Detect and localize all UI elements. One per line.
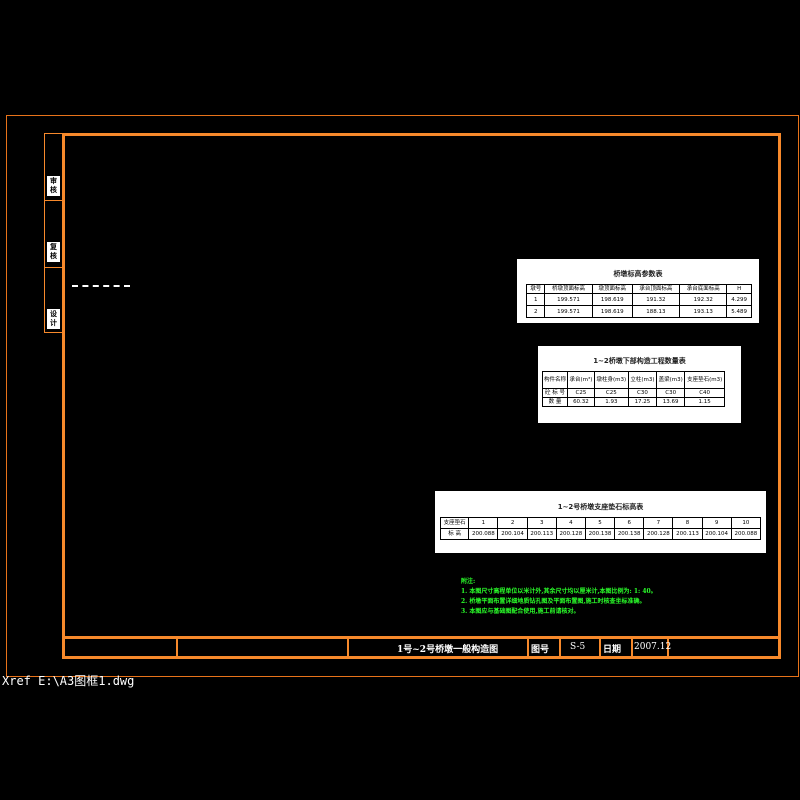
- title-block-cell: 日期: [599, 639, 633, 659]
- table-cell: 198.619: [591, 305, 633, 318]
- table-cell: 承台(m³): [567, 371, 595, 389]
- table-row: 2 199.571 198.619 188.13 193.13 5.489: [525, 305, 752, 318]
- drawing-title: 1号~2号桥墩一般构造图: [397, 645, 499, 655]
- table-cell: 2: [525, 305, 546, 318]
- table-row: 1 199.571 198.619 191.32 192.32 4.299: [525, 293, 752, 306]
- title-block-cell: [62, 639, 178, 659]
- table-cell: C40: [684, 388, 725, 398]
- table-cell: C30: [627, 388, 658, 398]
- table-cell: 4: [555, 517, 586, 529]
- table-cell: 3: [526, 517, 557, 529]
- table-cell: 5.489: [726, 305, 752, 318]
- table-cell: 墩号: [525, 284, 546, 294]
- signature-strip: 审核 复核 设计: [44, 133, 63, 333]
- table-cell: 192.32: [679, 293, 728, 306]
- table-cell: 191.32: [631, 293, 681, 306]
- table-cell: 200.138: [584, 528, 616, 540]
- notes-heading: 附注:: [461, 578, 476, 585]
- table3-title: 1~2号桥墩支座垫石标高表: [557, 503, 644, 511]
- dashed-marker-line: [72, 285, 130, 289]
- bearing-elevation-table: 支座垫石 1 2 3 4 5 6 7 8 9 10 标 高 200.088 20…: [439, 517, 762, 540]
- table-row: 数 量 60.32 1.93 17.25 13.69 1.15: [542, 397, 725, 407]
- table-cell: 200.104: [497, 528, 528, 540]
- table-row: 标 高 200.088 200.104 200.113 200.128 200.…: [439, 528, 762, 540]
- table-cell: 200.128: [555, 528, 586, 540]
- table-header-row: 支座垫石 1 2 3 4 5 6 7 8 9 10: [439, 517, 762, 529]
- table-cell: 1: [525, 293, 546, 306]
- table-cell: 桥墩顶面标高: [544, 284, 593, 294]
- note-item: 2. 桥墩平面布置详细地质钻孔图及平面布置图,施工时核查坐标准确。: [461, 598, 646, 605]
- table-cell: 200.104: [701, 528, 732, 540]
- side-label-recheck: 复核: [47, 242, 60, 262]
- title-block-cell-title: 1号~2号桥墩一般构造图: [347, 639, 529, 659]
- drawing-number: S-5: [570, 642, 586, 652]
- table-cell: 1.93: [593, 397, 629, 407]
- table-cell: 7: [643, 517, 674, 529]
- table-cell: 17.25: [627, 397, 658, 407]
- table-cell: 200.113: [672, 528, 703, 540]
- bearing-elevation-panel: 1~2号桥墩支座垫石标高表 支座垫石 1 2 3 4 5 6 7 8 9 10 …: [435, 491, 766, 553]
- table-cell: 支座垫石: [439, 517, 470, 529]
- table-cell: 200.088: [468, 528, 499, 540]
- table-cell: C25: [567, 388, 595, 398]
- drawing-date: 2007.12: [634, 642, 672, 652]
- table-cell: 2: [497, 517, 528, 529]
- table-cell: 9: [701, 517, 732, 529]
- table-cell: 10: [730, 517, 762, 529]
- xref-path: Xref E:\A3图框1.dwg: [2, 674, 135, 688]
- side-label-design: 设计: [47, 309, 60, 329]
- table-cell: 构件名称: [542, 371, 568, 389]
- table-cell: 198.619: [591, 293, 633, 306]
- table-header-row: 构件名称 承台(m³) 墩柱身(m3) 立柱(m3) 盖梁(m3) 支座垫石(m…: [542, 371, 725, 389]
- note-item: 1. 本图尺寸高程单位以米计外,其余尺寸均以厘米计,本图比例为: 1: 40。: [461, 588, 657, 595]
- table-row: 砼 标 号 C25 C25 C30 C30 C40: [542, 388, 725, 398]
- table-cell: 200.138: [614, 528, 645, 540]
- table-cell: 4.299: [726, 293, 752, 306]
- table-cell: 6: [614, 517, 645, 529]
- table-cell: 8: [672, 517, 703, 529]
- table1-title: 桥墩标高参数表: [613, 270, 663, 278]
- table-cell: 1: [468, 517, 499, 529]
- table-cell: 承台顶面标高: [631, 284, 681, 294]
- table-cell: 墩顶面标高: [591, 284, 633, 294]
- table-cell: 1.15: [684, 397, 725, 407]
- table-cell: 数 量: [542, 397, 568, 407]
- table-cell: 承台底面标高: [679, 284, 728, 294]
- table-cell: 盖梁(m3): [656, 371, 686, 389]
- table-cell: 13.69: [656, 397, 686, 407]
- side-label-review: 审核: [47, 176, 60, 196]
- title-block-cell: S-5: [559, 639, 601, 659]
- table-cell: 200.128: [643, 528, 674, 540]
- table-cell: 立柱(m3): [627, 371, 658, 389]
- table-cell: 200.088: [730, 528, 762, 540]
- table-cell: 199.571: [544, 305, 593, 318]
- table-cell: 188.13: [631, 305, 681, 318]
- table-cell: C25: [593, 388, 629, 398]
- elevation-parameter-panel: 桥墩标高参数表 墩号 桥墩顶面标高 墩顶面标高 承台顶面标高 承台底面标高 H …: [517, 259, 759, 323]
- title-block-cell: 2007.12: [631, 639, 672, 659]
- drawing-notes: 附注: 1. 本图尺寸高程单位以米计外,其余尺寸均以厘米计,本图比例为: 1: …: [461, 577, 657, 617]
- title-block: 1号~2号桥墩一般构造图 图号 S-5 日期 2007.12: [62, 636, 781, 659]
- quantity-panel: 1~2桥墩下部构造工程数量表 构件名称 承台(m³) 墩柱身(m3) 立柱(m3…: [538, 346, 741, 423]
- table-cell: 199.571: [544, 293, 593, 306]
- table-cell: 墩柱身(m3): [593, 371, 629, 389]
- table-cell: 支座垫石(m3): [684, 371, 725, 389]
- table-header-row: 墩号 桥墩顶面标高 墩顶面标高 承台顶面标高 承台底面标高 H: [525, 284, 752, 294]
- table-cell: 标 高: [439, 528, 470, 540]
- table-cell: 200.113: [526, 528, 557, 540]
- table2-title: 1~2桥墩下部构造工程数量表: [593, 357, 686, 365]
- table-cell: H: [726, 284, 752, 294]
- note-item: 3. 本图应与基础图配合使用,施工前请核对。: [461, 608, 580, 615]
- table-cell: 5: [584, 517, 616, 529]
- table-cell: 193.13: [679, 305, 728, 318]
- title-block-cell: 图号: [527, 639, 561, 659]
- table-cell: 砼 标 号: [542, 388, 568, 398]
- quantity-table: 构件名称 承台(m³) 墩柱身(m3) 立柱(m3) 盖梁(m3) 支座垫石(m…: [542, 371, 725, 407]
- title-block-cell: [176, 639, 349, 659]
- table-cell: C30: [656, 388, 686, 398]
- table-cell: 60.32: [567, 397, 595, 407]
- elevation-parameter-table: 墩号 桥墩顶面标高 墩顶面标高 承台顶面标高 承台底面标高 H 1 199.57…: [525, 284, 752, 318]
- drawing-number-label: 图号: [531, 645, 550, 655]
- date-label: 日期: [603, 645, 622, 655]
